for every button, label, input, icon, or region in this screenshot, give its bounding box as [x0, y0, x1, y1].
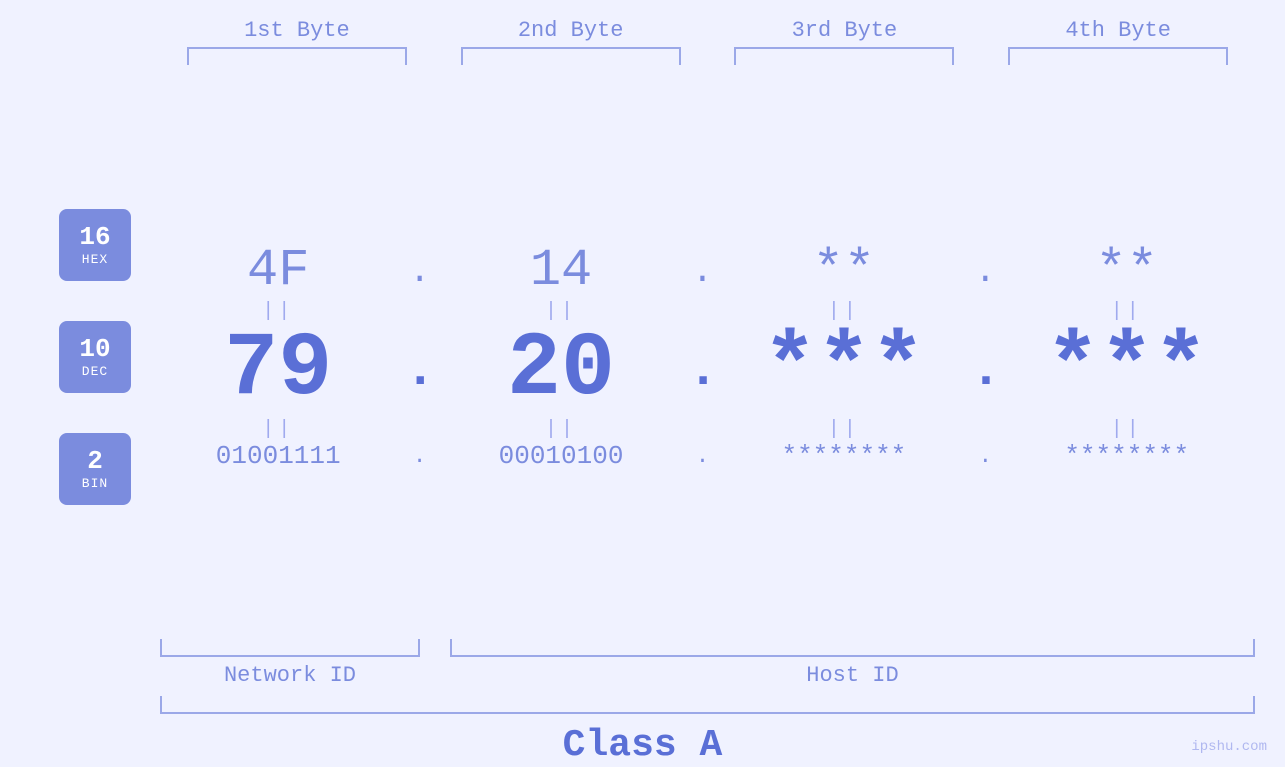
badge-dec: 10 DEC [59, 321, 131, 393]
badge-bin: 2 BIN [59, 433, 131, 505]
hex-dot2: . [687, 251, 717, 292]
badge-hex-label: HEX [82, 252, 108, 267]
hex-dot1: . [405, 251, 435, 292]
badge-dec-label: DEC [82, 364, 108, 379]
eq2-2: || [451, 418, 671, 441]
dec-byte2: 20 [451, 325, 671, 415]
bin-byte2: 00010100 [451, 443, 671, 469]
dec-dot1: . [405, 341, 435, 400]
host-id-bracket [450, 639, 1255, 657]
badge-bin-label: BIN [82, 476, 108, 491]
bracket-top-2 [461, 47, 681, 65]
hex-byte4: ** [1017, 245, 1237, 297]
bin-byte4: ******** [1017, 443, 1237, 469]
bin-value-row: 01001111 . 00010100 . ******** . *******… [150, 443, 1255, 469]
bracket-top-4 [1008, 47, 1228, 65]
top-brackets [0, 47, 1285, 65]
bottom-label-row: Network ID Host ID [0, 657, 1285, 688]
class-bracket-row [0, 696, 1285, 714]
bin-dot1: . [405, 444, 435, 469]
network-id-bracket [160, 639, 420, 657]
badge-dec-num: 10 [79, 335, 110, 364]
main-container: 1st Byte 2nd Byte 3rd Byte 4th Byte 16 H… [0, 0, 1285, 767]
bracket-top-1 [187, 47, 407, 65]
dec-byte4: *** [1017, 325, 1237, 415]
hex-value-row: 4F . 14 . ** . ** [150, 245, 1255, 297]
dec-value-row: 79 . 20 . *** . *** [150, 325, 1255, 415]
byte-header-2: 2nd Byte [461, 18, 681, 43]
byte-header-1: 1st Byte [187, 18, 407, 43]
class-bracket [160, 696, 1255, 714]
eq2-3: || [734, 418, 954, 441]
values-area: 4F . 14 . ** . ** || || || || 79 [150, 245, 1255, 469]
watermark: ipshu.com [1191, 739, 1267, 755]
bin-byte1: 01001111 [168, 443, 388, 469]
badge-hex: 16 HEX [59, 209, 131, 281]
eq2-4: || [1017, 418, 1237, 441]
byte-header-3: 3rd Byte [734, 18, 954, 43]
hex-byte2: 14 [451, 245, 671, 297]
bracket-top-3 [734, 47, 954, 65]
bin-dot3: . [970, 444, 1000, 469]
network-id-label: Network ID [160, 663, 420, 688]
dec-dot2: . [687, 341, 717, 400]
bin-dot2: . [687, 444, 717, 469]
dec-dot3: . [970, 341, 1000, 400]
badge-bin-num: 2 [87, 447, 103, 476]
hex-byte3: ** [734, 245, 954, 297]
host-id-label: Host ID [450, 663, 1255, 688]
eq2-1: || [168, 418, 388, 441]
dec-byte3: *** [734, 325, 954, 415]
byte-headers-row: 1st Byte 2nd Byte 3rd Byte 4th Byte [0, 18, 1285, 43]
hex-byte1: 4F [168, 245, 388, 297]
dec-byte1: 79 [168, 325, 388, 415]
bottom-brackets-wrapper [0, 639, 1285, 657]
main-area: 16 HEX 10 DEC 2 BIN 4F . 14 . ** . ** [0, 75, 1285, 639]
hex-dot3: . [970, 251, 1000, 292]
badge-hex-num: 16 [79, 223, 110, 252]
badges-column: 16 HEX 10 DEC 2 BIN [40, 209, 150, 505]
class-label: Class A [0, 724, 1285, 767]
equals-row-2: || || || || [150, 415, 1255, 443]
byte-header-4: 4th Byte [1008, 18, 1228, 43]
bin-byte3: ******** [734, 443, 954, 469]
